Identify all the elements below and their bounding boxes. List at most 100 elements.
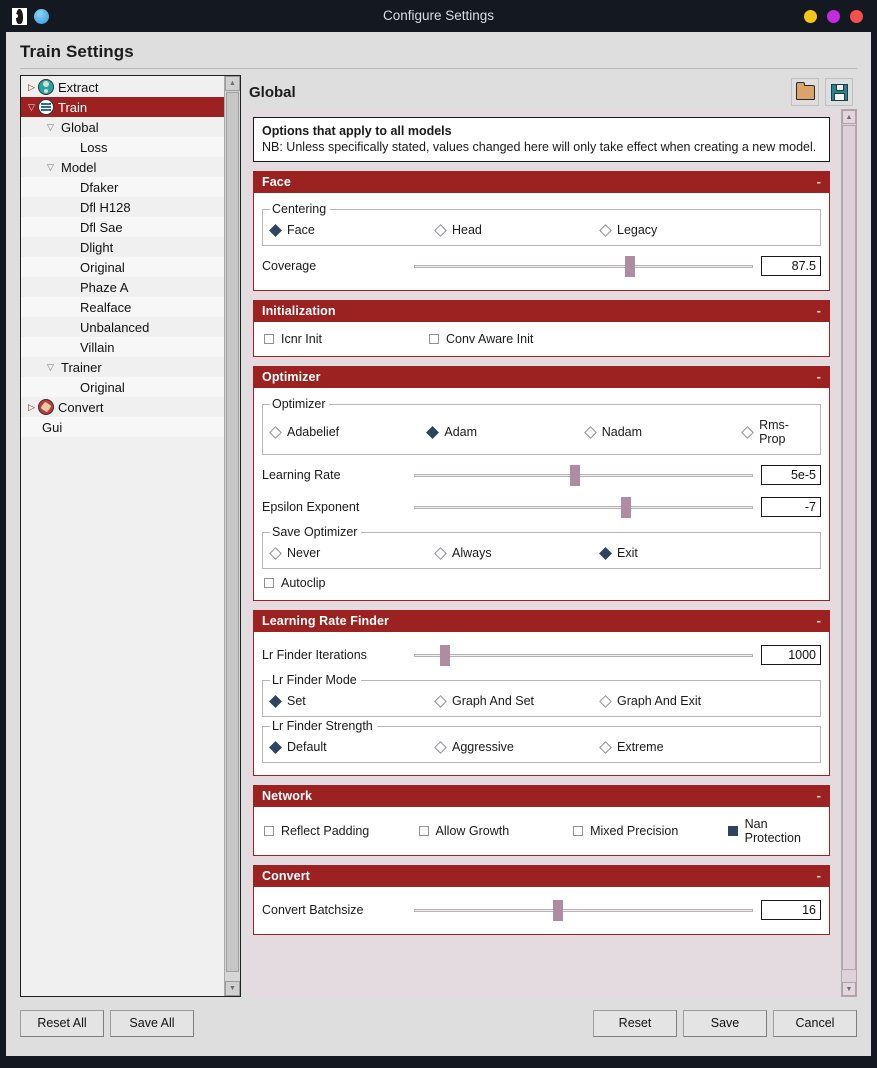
- section-header[interactable]: Face -: [254, 172, 829, 193]
- radio-rms-prop[interactable]: Rms-Prop: [741, 418, 812, 446]
- sidebar-item-extract[interactable]: ▷ Extract: [21, 77, 224, 97]
- options-scroll-down-button[interactable]: ▼: [842, 982, 856, 996]
- checkbox-conv-aware-init[interactable]: Conv Aware Init: [429, 332, 533, 346]
- section-header[interactable]: Initialization -: [254, 301, 829, 322]
- sidebar-item-train[interactable]: ▽ Train: [21, 97, 224, 117]
- checkbox-icnr-init[interactable]: Icnr Init: [264, 332, 429, 346]
- radio-nadam[interactable]: Nadam: [583, 425, 743, 439]
- options-scroll-up-button[interactable]: ▲: [842, 110, 856, 124]
- chevron-down-icon[interactable]: ▽: [44, 162, 57, 172]
- radio-set[interactable]: Set: [269, 694, 436, 708]
- radio-never[interactable]: Never: [269, 546, 436, 560]
- radio-extreme[interactable]: Extreme: [599, 740, 664, 754]
- reset-all-button[interactable]: Reset All: [20, 1009, 104, 1037]
- collapse-icon[interactable]: -: [817, 175, 821, 188]
- slider-track[interactable]: [414, 909, 753, 912]
- checkbox-allow-growth[interactable]: Allow Growth: [418, 824, 574, 838]
- sidebar-item-model[interactable]: ▽ Model: [21, 157, 224, 177]
- section-header[interactable]: Learning Rate Finder -: [254, 611, 829, 632]
- collapse-icon[interactable]: -: [817, 614, 821, 627]
- section-header[interactable]: Network -: [254, 786, 829, 807]
- chevron-right-icon[interactable]: ▷: [25, 82, 38, 92]
- radio-default[interactable]: Default: [269, 740, 436, 754]
- collapse-icon[interactable]: -: [817, 370, 821, 383]
- collapse-icon[interactable]: -: [817, 789, 821, 802]
- slider-value-input[interactable]: 5e-5: [761, 465, 821, 485]
- checkbox-reflect-padding[interactable]: Reflect Padding: [264, 824, 419, 838]
- slider-value-input[interactable]: 16: [761, 900, 821, 920]
- save-button[interactable]: Save: [683, 1009, 767, 1037]
- radio-graph-and-exit[interactable]: Graph And Exit: [599, 694, 701, 708]
- checkbox-autoclip[interactable]: Autoclip: [264, 576, 325, 590]
- radio-adam[interactable]: Adam: [426, 425, 585, 439]
- slider-coverage[interactable]: [412, 255, 755, 277]
- radio-graph-and-set[interactable]: Graph And Set: [434, 694, 601, 708]
- slider-track[interactable]: [414, 654, 753, 657]
- slider-convert-batchsize[interactable]: [412, 899, 755, 921]
- sidebar-item-original[interactable]: Original: [21, 377, 224, 397]
- sidebar-item-dfl-h128[interactable]: Dfl H128: [21, 197, 224, 217]
- section-header[interactable]: Convert -: [254, 866, 829, 887]
- sidebar-item-dfl-sae[interactable]: Dfl Sae: [21, 217, 224, 237]
- radio-aggressive[interactable]: Aggressive: [434, 740, 601, 754]
- radio-always[interactable]: Always: [434, 546, 601, 560]
- slider-thumb[interactable]: [621, 497, 632, 518]
- sidebar-item-label: Unbalanced: [80, 319, 150, 335]
- collapse-icon[interactable]: -: [817, 304, 821, 317]
- sidebar-item-gui[interactable]: Gui: [21, 417, 224, 437]
- slider-track[interactable]: [414, 474, 753, 477]
- checkbox-mixed-precision[interactable]: Mixed Precision: [573, 824, 728, 838]
- sidebar-item-global[interactable]: ▽ Global: [21, 117, 224, 137]
- slider-thumb[interactable]: [624, 256, 635, 277]
- open-config-button[interactable]: [791, 78, 819, 106]
- sidebar-item-phaze-a[interactable]: Phaze A: [21, 277, 224, 297]
- radio-head[interactable]: Head: [434, 223, 601, 237]
- tree-scrollbar[interactable]: ▲ ▼: [224, 76, 240, 996]
- checkbox-nan-protection[interactable]: Nan Protection: [727, 817, 821, 845]
- tree-scroll-down-button[interactable]: ▼: [225, 981, 240, 996]
- slider-thumb[interactable]: [552, 900, 563, 921]
- sidebar-item-convert[interactable]: ▷ Convert: [21, 397, 224, 417]
- chevron-down-icon[interactable]: ▽: [44, 122, 57, 132]
- save-config-button[interactable]: [825, 78, 853, 106]
- collapse-icon[interactable]: -: [817, 869, 821, 882]
- sidebar-item-realface[interactable]: Realface: [21, 297, 224, 317]
- slider-value-input[interactable]: 87.5: [761, 256, 821, 276]
- sidebar-item-villain[interactable]: Villain: [21, 337, 224, 357]
- slider-value-input[interactable]: 1000: [761, 645, 821, 665]
- section-header[interactable]: Optimizer -: [254, 367, 829, 388]
- section-learning-rate-finder: Learning Rate Finder - Lr Finder Iteration…: [253, 610, 830, 776]
- close-button[interactable]: [850, 9, 863, 23]
- minimize-button[interactable]: [804, 9, 817, 23]
- slider-learning-rate[interactable]: [412, 464, 755, 486]
- slider-value-input[interactable]: -7: [761, 497, 821, 517]
- sidebar-item-dfaker[interactable]: Dfaker: [21, 177, 224, 197]
- tree-scroll-up-button[interactable]: ▲: [225, 76, 240, 91]
- radio-label: Aggressive: [452, 740, 514, 754]
- save-all-button[interactable]: Save All: [110, 1009, 194, 1037]
- sidebar-item-unbalanced[interactable]: Unbalanced: [21, 317, 224, 337]
- sidebar-item-original[interactable]: Original: [21, 257, 224, 277]
- sidebar-item-loss[interactable]: Loss: [21, 137, 224, 157]
- chevron-down-icon[interactable]: ▽: [44, 362, 57, 372]
- slider-thumb[interactable]: [569, 465, 580, 486]
- chevron-right-icon[interactable]: ▷: [25, 402, 38, 412]
- slider-track[interactable]: [414, 265, 753, 268]
- cancel-button[interactable]: Cancel: [773, 1009, 857, 1037]
- slider-lr-finder-iterations[interactable]: [412, 644, 755, 666]
- reset-button[interactable]: Reset: [593, 1009, 677, 1037]
- slider-thumb[interactable]: [439, 645, 450, 666]
- radio-face[interactable]: Face: [269, 223, 436, 237]
- options-scrollbar[interactable]: ▲ ▼: [841, 109, 857, 997]
- slider-track[interactable]: [414, 506, 753, 509]
- tree-scroll-thumb[interactable]: [226, 92, 239, 972]
- radio-legacy[interactable]: Legacy: [599, 223, 657, 237]
- chevron-down-icon[interactable]: ▽: [25, 102, 38, 112]
- sidebar-item-trainer[interactable]: ▽ Trainer: [21, 357, 224, 377]
- options-scroll-thumb[interactable]: [842, 125, 856, 970]
- slider-epsilon-exponent[interactable]: [412, 496, 755, 518]
- sidebar-item-dlight[interactable]: Dlight: [21, 237, 224, 257]
- radio-adabelief[interactable]: Adabelief: [269, 425, 428, 439]
- maximize-button[interactable]: [827, 9, 840, 23]
- radio-exit[interactable]: Exit: [599, 546, 638, 560]
